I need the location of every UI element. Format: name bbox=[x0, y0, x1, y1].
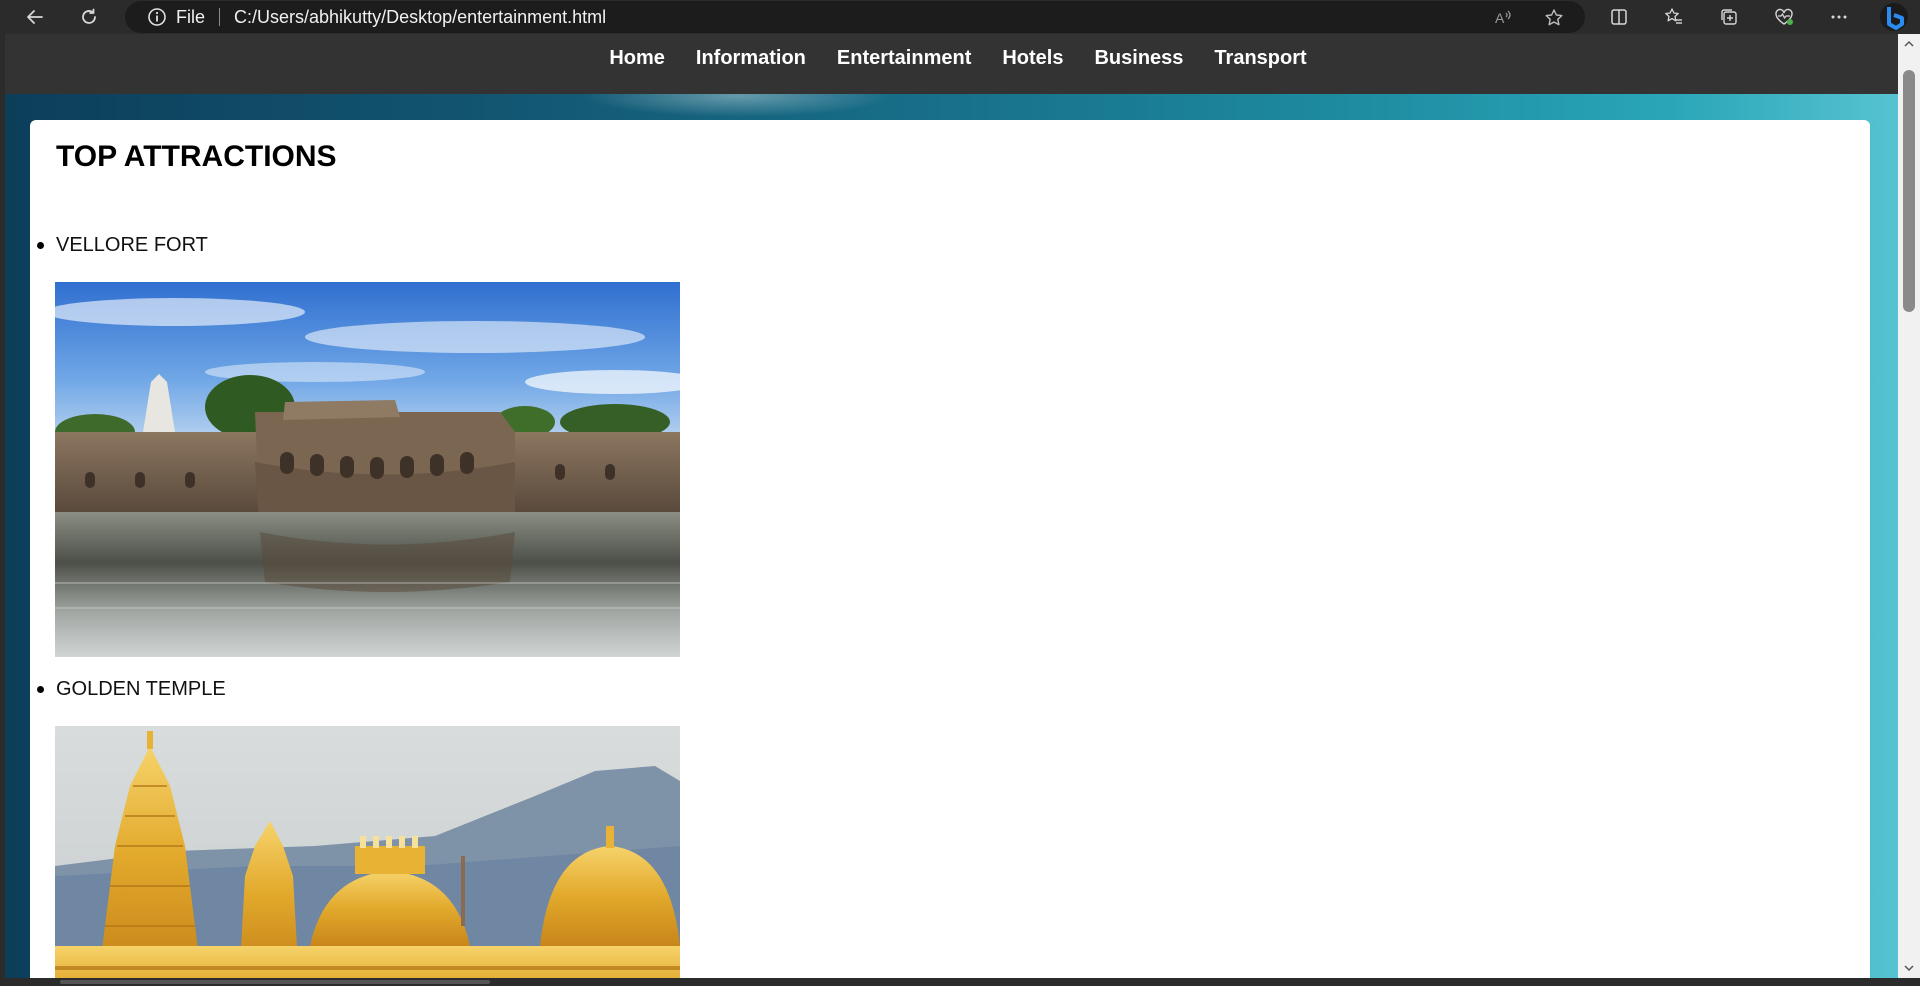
more-icon[interactable] bbox=[1824, 2, 1854, 32]
address-divider bbox=[219, 8, 221, 26]
vertical-scrollbar[interactable] bbox=[1898, 34, 1920, 978]
list-bullet bbox=[37, 686, 44, 693]
scroll-up-icon[interactable] bbox=[1903, 38, 1915, 50]
scroll-down-icon[interactable] bbox=[1903, 962, 1915, 974]
site-navbar: Home Information Entertainment Hotels Bu… bbox=[5, 34, 1898, 94]
attraction-label: GOLDEN TEMPLE bbox=[56, 678, 226, 700]
nav-link-transport[interactable]: Transport bbox=[1214, 47, 1306, 70]
address-bar[interactable]: File C:/Users/abhikutty/Desktop/entertai… bbox=[125, 1, 1585, 33]
horizontal-scroll-thumb[interactable] bbox=[60, 980, 490, 984]
nav-link-entertainment[interactable]: Entertainment bbox=[837, 47, 971, 70]
list-bullet bbox=[37, 242, 44, 249]
nav-link-business[interactable]: Business bbox=[1094, 47, 1183, 70]
split-screen-icon[interactable] bbox=[1604, 2, 1634, 32]
browser-toolbar: File C:/Users/abhikutty/Desktop/entertai… bbox=[0, 0, 1920, 34]
golden-temple-image bbox=[55, 726, 680, 986]
svg-text:A: A bbox=[1495, 10, 1505, 26]
nav-link-home[interactable]: Home bbox=[609, 47, 665, 70]
page-viewport: Home Information Entertainment Hotels Bu… bbox=[0, 34, 1920, 986]
copilot-icon[interactable] bbox=[1874, 0, 1914, 34]
favorite-star-icon[interactable] bbox=[1541, 5, 1567, 31]
page-title: TOP ATTRACTIONS bbox=[56, 140, 337, 173]
bottom-edge bbox=[0, 978, 1920, 986]
browser-essentials-icon[interactable] bbox=[1769, 2, 1799, 32]
address-scheme: File bbox=[176, 6, 206, 27]
collections-icon[interactable] bbox=[1714, 2, 1744, 32]
nav-link-information[interactable]: Information bbox=[696, 47, 806, 70]
content-card: TOP ATTRACTIONS VELLORE FORT GOLDEN TEMP… bbox=[30, 120, 1870, 986]
back-icon[interactable] bbox=[20, 2, 50, 32]
nav-links: Home Information Entertainment Hotels Bu… bbox=[609, 47, 1306, 70]
favorites-icon[interactable] bbox=[1659, 2, 1689, 32]
nav-link-hotels[interactable]: Hotels bbox=[1002, 47, 1063, 70]
refresh-icon[interactable] bbox=[74, 2, 104, 32]
info-icon[interactable] bbox=[147, 7, 167, 27]
vellore-fort-image bbox=[55, 282, 680, 657]
attraction-label: VELLORE FORT bbox=[56, 234, 208, 256]
read-aloud-icon[interactable]: A bbox=[1490, 5, 1516, 31]
address-url[interactable]: C:/Users/abhikutty/Desktop/entertainment… bbox=[234, 7, 606, 28]
scrollbar-thumb[interactable] bbox=[1903, 70, 1915, 312]
